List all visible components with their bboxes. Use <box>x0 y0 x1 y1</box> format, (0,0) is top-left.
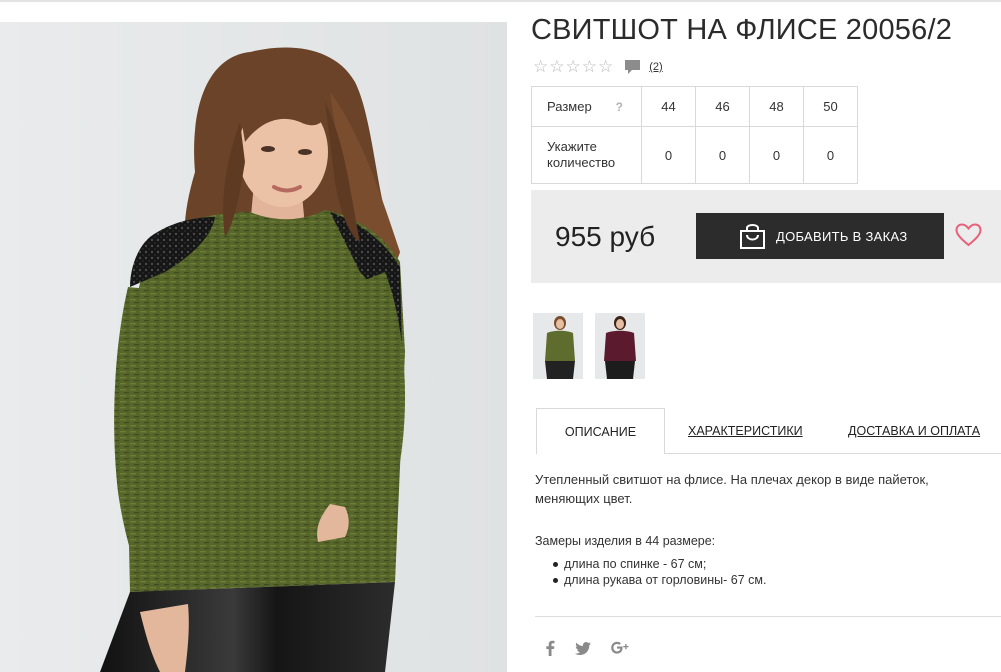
star-icon[interactable]: ☆ <box>566 58 581 76</box>
star-icon[interactable]: ☆ <box>533 58 548 76</box>
star-icon[interactable]: ☆ <box>582 58 597 76</box>
size-help-icon[interactable]: ? <box>616 99 623 115</box>
google-plus-icon[interactable] <box>611 640 629 656</box>
quantity-input-46[interactable] <box>702 147 743 163</box>
comment-icon[interactable] <box>624 59 641 75</box>
price: 955 руб <box>555 221 656 252</box>
shopping-bag-icon <box>740 224 765 249</box>
tab-description[interactable]: ОПИСАНИЕ <box>536 408 665 454</box>
top-divider <box>0 0 1001 2</box>
quantity-row: Укажите количество <box>531 126 858 184</box>
qty-cell-50 <box>803 126 858 184</box>
qty-cell-46 <box>695 126 750 184</box>
quantity-input-44[interactable] <box>648 147 689 163</box>
measurement-item: длина рукава от горловины- 67 см. <box>549 572 766 588</box>
description-text: Утепленный свитшот на флисе. На плечах д… <box>535 472 929 506</box>
size-row: Размер ? 44 46 48 50 <box>531 86 858 127</box>
measurements-title: Замеры изделия в 44 размере: <box>535 534 716 548</box>
size-48: 48 <box>749 86 804 127</box>
social-share <box>545 640 649 656</box>
qty-cell-48 <box>749 126 804 184</box>
quantity-input-48[interactable] <box>756 147 797 163</box>
qty-cell-44 <box>641 126 696 184</box>
size-46: 46 <box>695 86 750 127</box>
size-50: 50 <box>803 86 858 127</box>
star-icon[interactable]: ☆ <box>549 58 564 76</box>
rating-stars[interactable]: ☆ ☆ ☆ ☆ ☆ <box>533 58 614 76</box>
buy-panel: 955 руб ДОБАВИТЬ В ЗАКАЗ <box>531 190 1001 283</box>
product-rating: ☆ ☆ ☆ ☆ ☆ (2) <box>533 57 663 77</box>
add-to-order-label: ДОБАВИТЬ В ЗАКАЗ <box>776 228 908 244</box>
thumbnail-green[interactable] <box>533 313 583 379</box>
thumbnail-burgundy[interactable] <box>595 313 645 379</box>
quantity-label: Укажите количество <box>531 126 642 184</box>
social-divider <box>535 616 1001 617</box>
twitter-icon[interactable] <box>575 641 591 655</box>
size-label: Размер <box>547 98 592 114</box>
tab-delivery-payment[interactable]: ДОСТАВКА И ОПЛАТА <box>848 408 980 454</box>
product-title: СВИТШОТ НА ФЛИСЕ 20056/2 <box>531 14 953 46</box>
size-quantity-table: Размер ? 44 46 48 50 Укажите количество <box>531 86 858 184</box>
thumbnail-gallery <box>533 313 657 379</box>
size-44: 44 <box>641 86 696 127</box>
star-icon[interactable]: ☆ <box>598 58 613 76</box>
product-info-tabs: ОПИСАНИЕ ХАРАКТЕРИСТИКИ ДОСТАВКА И ОПЛАТ… <box>536 408 1001 454</box>
heart-icon[interactable] <box>955 223 982 247</box>
measurement-item: длина по спинке - 67 см; <box>549 556 766 572</box>
reviews-count-link[interactable]: (2) <box>649 61 662 73</box>
facebook-icon[interactable] <box>545 640 555 656</box>
tab-characteristics[interactable]: ХАРАКТЕРИСТИКИ <box>688 408 803 454</box>
size-label-cell: Размер ? <box>531 86 642 127</box>
add-to-order-button[interactable]: ДОБАВИТЬ В ЗАКАЗ <box>696 213 944 259</box>
product-main-image[interactable] <box>0 22 507 672</box>
quantity-input-50[interactable] <box>810 147 851 163</box>
measurements-list: длина по спинке - 67 см; длина рукава от… <box>549 556 766 588</box>
